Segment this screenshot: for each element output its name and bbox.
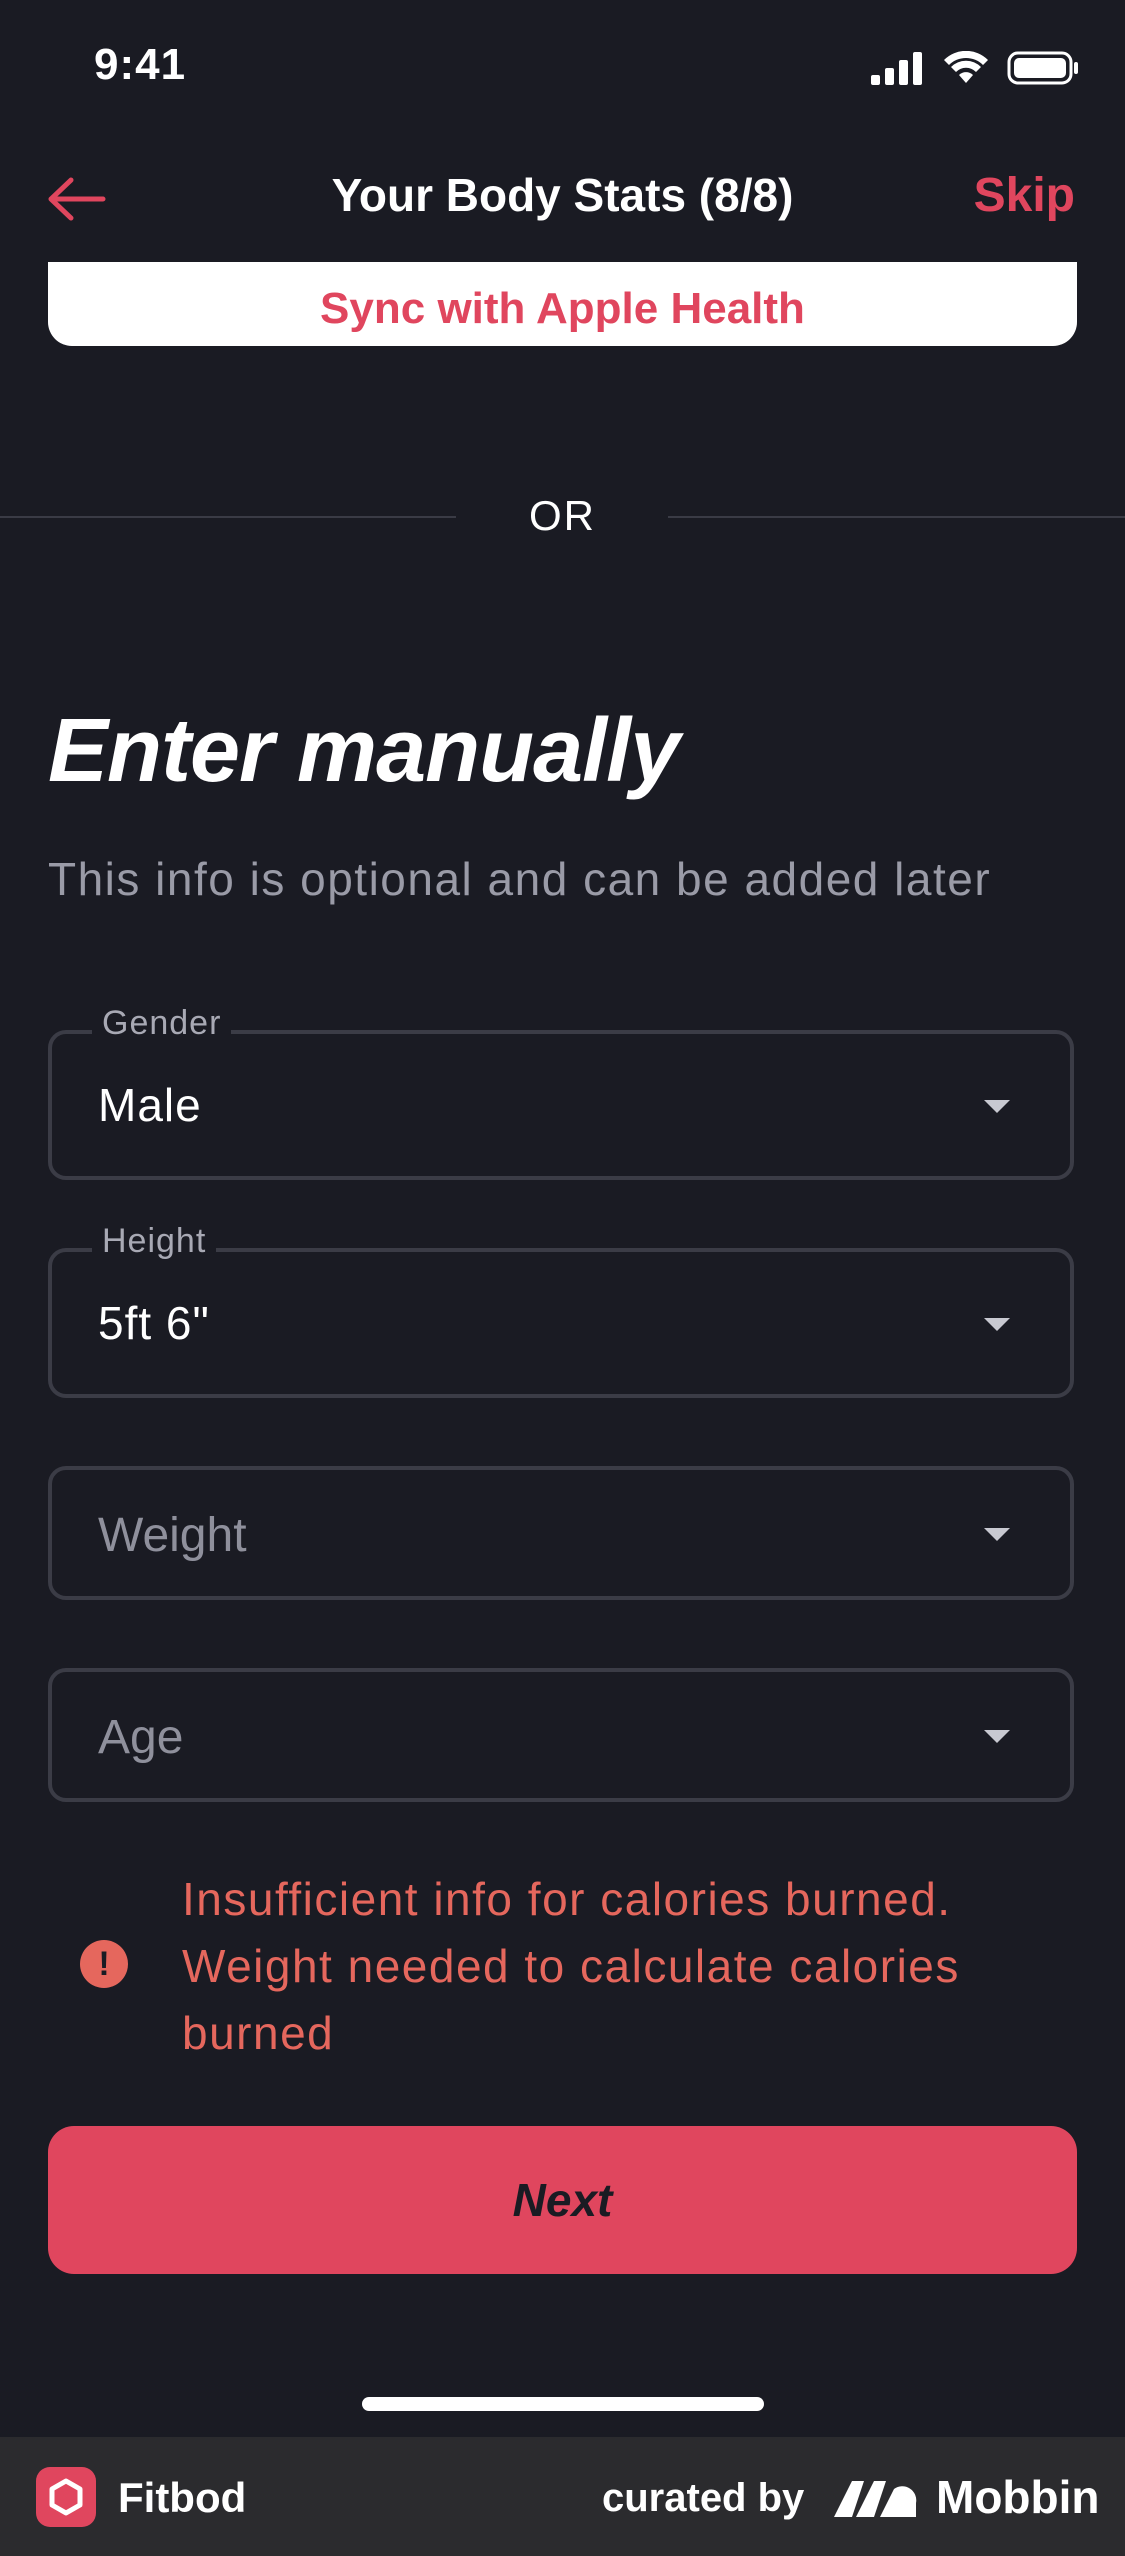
next-button-label: Next (512, 2174, 613, 2226)
sync-label: Sync with Apple Health (320, 284, 805, 333)
battery-icon (1007, 51, 1078, 85)
gender-value: Male (98, 1079, 202, 1131)
height-select[interactable]: Height 5ft 6" (48, 1222, 1074, 1398)
sync-card-clip: Sync with Apple Health (0, 262, 1125, 352)
gender-select[interactable]: Gender Male (48, 1004, 1074, 1180)
height-value: 5ft 6" (98, 1297, 210, 1349)
or-divider-label: OR (529, 492, 596, 539)
gender-label: Gender (92, 1004, 232, 1043)
calories-warning-text: Insufficient info for calories burned. W… (182, 1873, 960, 2059)
weight-select[interactable]: Weight (48, 1466, 1074, 1600)
chevron-down-icon (984, 1318, 1010, 1331)
age-placeholder: Age (98, 1711, 184, 1764)
home-indicator (362, 2397, 764, 2411)
exclamation-circle-icon: ! (80, 1940, 128, 1988)
chevron-down-icon (984, 1730, 1010, 1743)
chevron-down-icon (984, 1528, 1010, 1541)
signal-icon (871, 52, 922, 85)
footer-app-name: Fitbod (118, 2474, 247, 2521)
next-button[interactable]: Next (48, 2126, 1077, 2274)
mobbin-logo-icon (834, 2481, 917, 2517)
status-time: 9:41 (94, 40, 187, 89)
skip-button[interactable]: Skip (974, 168, 1075, 223)
fitbod-logo-icon (36, 2467, 96, 2527)
sync-apple-health-button[interactable]: Sync with Apple Health (48, 262, 1077, 346)
page-title: Your Body Stats (8/8) (331, 169, 794, 221)
status-icons (871, 48, 1079, 88)
weight-placeholder: Weight (98, 1509, 247, 1562)
manual-entry-title: Enter manually (48, 701, 680, 801)
footer-brand-name: Mobbin (936, 2471, 1100, 2523)
chevron-down-icon (984, 1100, 1010, 1113)
height-label: Height (92, 1222, 217, 1261)
age-select[interactable]: Age (48, 1668, 1074, 1802)
wifi-icon (944, 51, 988, 83)
manual-entry-subtitle: This info is optional and can be added l… (48, 853, 992, 905)
curated-by-label: curated by (602, 2476, 805, 2520)
